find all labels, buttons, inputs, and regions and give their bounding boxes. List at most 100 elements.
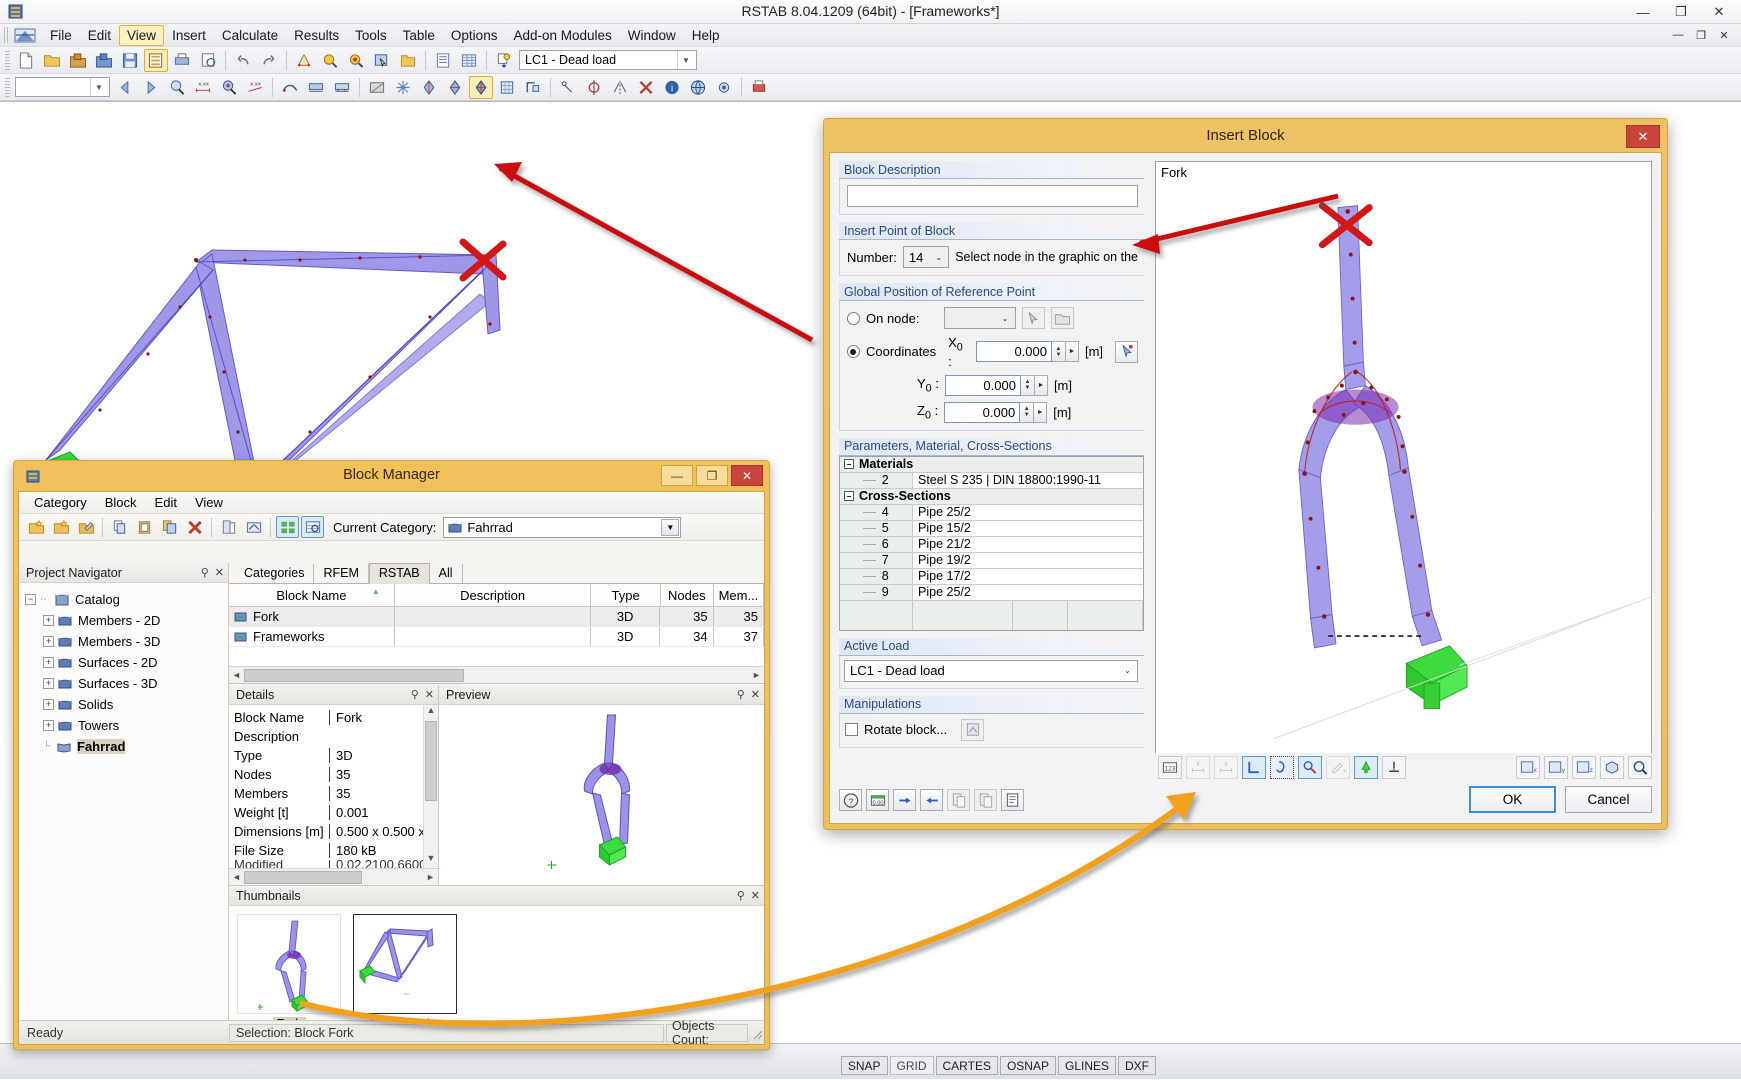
- open-package-icon[interactable]: [66, 49, 90, 72]
- table-row[interactable]: —2 Steel S 235 | DIN 18800:1990-11: [840, 472, 1143, 489]
- details-view-icon[interactable]: [301, 516, 324, 538]
- tab-all[interactable]: All: [430, 564, 463, 583]
- dim-x-icon-graphic[interactable]: X: [1186, 755, 1210, 779]
- chevron-down-icon-number[interactable]: ⌄: [930, 248, 947, 266]
- z0-updown-icon[interactable]: ▲ ▼: [1020, 401, 1035, 423]
- load-case-combo[interactable]: LC1 - Dead load ▼: [519, 50, 697, 70]
- parameters-table[interactable]: − Materials —2 Steel S 235 | DIN 18800:1…: [839, 455, 1144, 631]
- chevron-down-icon[interactable]: ▼: [677, 51, 694, 69]
- toolbar-grip-1[interactable]: [5, 50, 10, 70]
- details-vscroll-thumb[interactable]: [425, 721, 437, 801]
- scroll-up-icon[interactable]: ▲: [424, 705, 438, 720]
- table-row[interactable]: —4 Pipe 25/2: [840, 504, 1143, 521]
- select-dotted-icon[interactable]: [1270, 755, 1294, 779]
- collapse-icon-cross-sections[interactable]: −: [844, 491, 854, 502]
- menu-view[interactable]: View: [119, 24, 165, 46]
- node-pin-icon[interactable]: [1298, 755, 1322, 779]
- table-icon[interactable]: [431, 49, 455, 72]
- globe-icon[interactable]: [686, 76, 710, 99]
- bm-menu-view[interactable]: View: [186, 493, 232, 512]
- menubar-grip[interactable]: [4, 27, 10, 43]
- paste-page-icon[interactable]: [974, 789, 997, 811]
- mdi-close-button[interactable]: ✕: [1713, 26, 1735, 44]
- thumbnails-view-icon[interactable]: [276, 516, 299, 538]
- details-scroll-right-icon[interactable]: ►: [423, 872, 438, 882]
- insert-point-number-combo[interactable]: 14 ⌄: [902, 246, 950, 268]
- copy-page-icon[interactable]: [947, 789, 970, 811]
- table-row[interactable]: —9 Pipe 25/2: [840, 584, 1143, 601]
- tree-item-surfaces-2d[interactable]: + Surfaces - 2D: [43, 652, 228, 673]
- render-z-icon[interactable]: z: [1572, 755, 1596, 779]
- scroll-down-icon[interactable]: ▼: [424, 853, 438, 868]
- resize-grip-icon[interactable]: [748, 1025, 764, 1041]
- select-node-list-button[interactable]: [1050, 307, 1074, 329]
- toolbar-grip-2[interactable]: [5, 77, 10, 97]
- chevron-down-icon-2[interactable]: ▼: [90, 78, 107, 96]
- tab-categories[interactable]: Categories: [235, 564, 315, 583]
- grid-icon[interactable]: [495, 76, 519, 99]
- grid-table-icon[interactable]: [457, 49, 481, 72]
- tree-item-members-3d[interactable]: + Members - 3D: [43, 631, 228, 652]
- axis-icon[interactable]: [417, 76, 441, 99]
- mdi-minimize-button[interactable]: —: [1667, 26, 1689, 44]
- bm-close-button[interactable]: ✕: [731, 465, 763, 486]
- new-category-icon[interactable]: [24, 516, 47, 538]
- prev-icon[interactable]: [113, 76, 137, 99]
- zoom-all-icon[interactable]: [1628, 755, 1652, 779]
- rotate-icon[interactable]: [582, 76, 606, 99]
- details-hscrollbar[interactable]: ◄ ►: [229, 868, 438, 885]
- y0-more-icon[interactable]: ►: [1034, 374, 1048, 396]
- block-list-grid[interactable]: Block Name ▲ Description Type Nodes Mem.…: [229, 584, 764, 684]
- node-snap-icon[interactable]: [556, 76, 580, 99]
- table-row[interactable]: —7 Pipe 19/2: [840, 552, 1143, 569]
- open-blue-icon[interactable]: [92, 49, 116, 72]
- bm-menu-category[interactable]: Category: [25, 493, 96, 512]
- supports-icon[interactable]: [304, 76, 328, 99]
- col-members[interactable]: Mem...: [714, 584, 764, 606]
- coordinates-radio[interactable]: [847, 345, 860, 359]
- menu-window[interactable]: Window: [620, 25, 684, 46]
- tab-rstab[interactable]: RSTAB: [368, 563, 430, 584]
- supports2-icon[interactable]: [330, 76, 354, 99]
- on-node-combo[interactable]: ⌄: [943, 307, 1016, 329]
- print-icon[interactable]: [196, 49, 220, 72]
- open-folder-icon[interactable]: [40, 49, 64, 72]
- close-icon-preview[interactable]: ✕: [751, 688, 760, 701]
- close-icon-details[interactable]: ✕: [425, 688, 434, 701]
- expand-icon-surfaces-2d[interactable]: +: [43, 657, 54, 668]
- materials-group-row[interactable]: − Materials: [840, 456, 1143, 473]
- expand-icon-members-2d[interactable]: +: [43, 615, 54, 626]
- block-description-input[interactable]: [847, 185, 1138, 207]
- report-icon[interactable]: [1001, 789, 1024, 811]
- delete-x-icon[interactable]: [183, 516, 206, 538]
- mirror-icon[interactable]: [608, 76, 632, 99]
- tree-item-fahrrad[interactable]: └ Fahrrad: [43, 736, 228, 757]
- collapse-icon-catalog[interactable]: −: [25, 594, 36, 605]
- status-glines[interactable]: GLINES: [1057, 1056, 1116, 1075]
- axis3-icon[interactable]: [469, 75, 493, 99]
- scroll-left-icon[interactable]: ◄: [229, 670, 244, 680]
- zoom-target2-icon[interactable]: [217, 76, 241, 99]
- settings-icon[interactable]: [712, 76, 736, 99]
- support-icon[interactable]: [1382, 755, 1406, 779]
- ok-button[interactable]: OK: [1469, 786, 1556, 813]
- x0-spinner[interactable]: 0.000 ▲ ▼ ►: [975, 341, 1079, 363]
- chevron-down-icon-onnode[interactable]: ⌄: [997, 309, 1014, 327]
- menu-addon-modules[interactable]: Add-on Modules: [505, 25, 619, 46]
- close-icon-navigator[interactable]: ✕: [215, 566, 224, 579]
- units-icon[interactable]: 0.00: [866, 789, 889, 811]
- scroll-right-icon[interactable]: ►: [749, 670, 764, 680]
- hatch-icon[interactable]: [365, 76, 389, 99]
- pin-icon-preview[interactable]: ⚲: [737, 688, 745, 701]
- next-icon[interactable]: [139, 76, 163, 99]
- folder-open-icon[interactable]: [396, 49, 420, 72]
- menu-insert[interactable]: Insert: [164, 25, 214, 46]
- block-manager-window[interactable]: Block Manager — ❐ ✕ Category Block Edit …: [13, 460, 770, 1050]
- render-icon[interactable]: [292, 49, 316, 72]
- menu-table[interactable]: Table: [395, 25, 443, 46]
- table-row[interactable]: —5 Pipe 15/2: [840, 520, 1143, 537]
- details-vscrollbar[interactable]: ▲ ▼: [423, 705, 438, 868]
- status-dxf[interactable]: DXF: [1118, 1056, 1156, 1075]
- pin-icon-thumbnails[interactable]: ⚲: [737, 889, 745, 902]
- thumbnail-item-fork[interactable]: Fork: [237, 914, 341, 1031]
